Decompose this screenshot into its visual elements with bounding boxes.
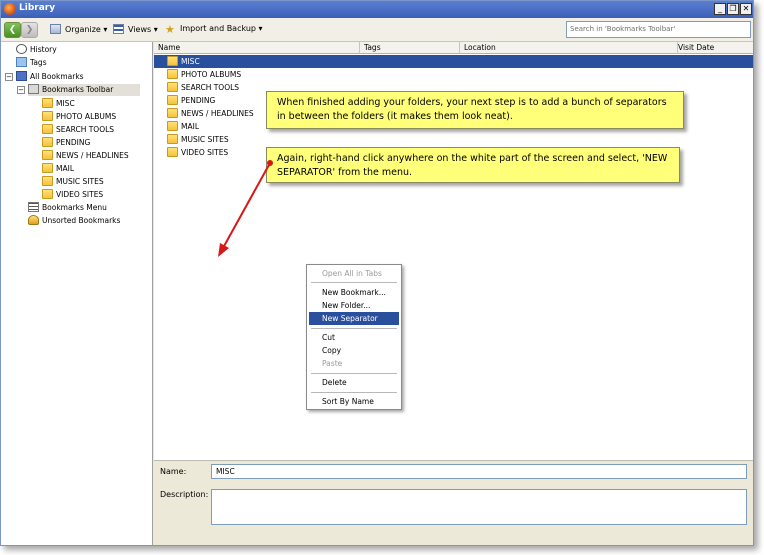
menu-item-new-folder[interactable]: New Folder... <box>309 299 399 312</box>
menu-separator <box>311 373 397 374</box>
menu-item-new-separator[interactable]: New Separator <box>309 312 399 325</box>
arrow-origin-dot <box>267 160 273 166</box>
menu-item-open-all-in-tabs[interactable]: Open All in Tabs <box>309 267 399 280</box>
pointer-arrow <box>222 162 271 249</box>
menu-item-new-bookmark[interactable]: New Bookmark... <box>309 286 399 299</box>
menu-separator <box>311 328 397 329</box>
menu-item-cut[interactable]: Cut <box>309 331 399 344</box>
menu-item-delete[interactable]: Delete <box>309 376 399 389</box>
menu-separator <box>311 282 397 283</box>
menu-item-copy[interactable]: Copy <box>309 344 399 357</box>
context-menu: Open All in Tabs New Bookmark... New Fol… <box>306 264 402 410</box>
menu-item-paste[interactable]: Paste <box>309 357 399 370</box>
arrow-head <box>218 243 229 257</box>
menu-separator <box>311 392 397 393</box>
menu-item-sort-by-name[interactable]: Sort By Name <box>309 395 399 408</box>
